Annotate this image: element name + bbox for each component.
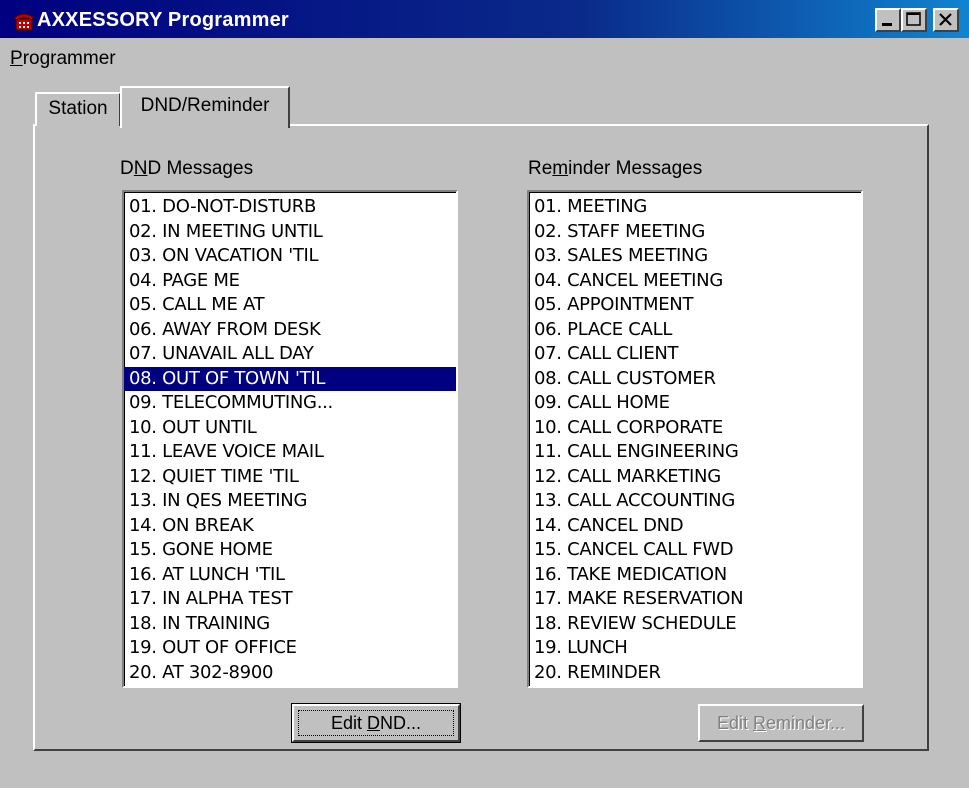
reminder-list-item[interactable]: 17. MAKE RESERVATION [529, 587, 861, 612]
dnd-list-item[interactable]: 01. DO-NOT-DISTURB [124, 195, 456, 220]
dnd-list-item[interactable]: 05. CALL ME AT [124, 293, 456, 318]
edit-reminder-button[interactable]: Edit Reminder... [698, 704, 864, 742]
dnd-list-item[interactable]: 06. AWAY FROM DESK [124, 318, 456, 343]
reminder-messages-label: Reminder Messages [528, 158, 703, 179]
dnd-list-item[interactable]: 08. OUT OF TOWN 'TIL [124, 366, 456, 391]
maximize-icon [906, 12, 921, 26]
reminder-list-item[interactable]: 20. REMINDER [529, 661, 861, 686]
dnd-list-item[interactable]: 09. TELECOMMUTING... [124, 391, 456, 416]
dnd-list-item[interactable]: 18. IN TRAINING [124, 612, 456, 637]
dnd-list-item[interactable]: 07. UNAVAIL ALL DAY [124, 342, 456, 367]
dnd-list-item[interactable]: 14. ON BREAK [124, 514, 456, 539]
window-title: AXXESSORY Programmer [37, 9, 289, 31]
dnd-list-item[interactable]: 17. IN ALPHA TEST [124, 587, 456, 612]
close-icon [939, 13, 952, 26]
dnd-list-item[interactable]: 11. LEAVE VOICE MAIL [124, 440, 456, 465]
dnd-list-item[interactable]: 15. GONE HOME [124, 538, 456, 563]
reminder-list-item[interactable]: 02. STAFF MEETING [529, 220, 861, 245]
dnd-messages-list[interactable]: 01. DO-NOT-DISTURB 02. IN MEETING UNTIL 03… [122, 190, 458, 688]
reminder-list-item[interactable]: 01. MEETING [529, 195, 861, 220]
minimize-button[interactable] [875, 8, 901, 32]
reminder-list-item[interactable]: 19. LUNCH [529, 636, 861, 661]
dnd-list-item[interactable]: 03. ON VACATION 'TIL [124, 244, 456, 269]
reminder-list-item[interactable]: 08. CALL CUSTOMER [529, 367, 861, 392]
title-bar[interactable]: AXXESSORY Programmer [0, 0, 969, 38]
app-window: AXXESSORY Programmer Programmer Station … [0, 0, 969, 788]
telephone-icon [13, 13, 35, 31]
reminder-list-item[interactable]: 14. CANCEL DND [529, 514, 861, 539]
mnemonic-char: R [752, 713, 766, 733]
reminder-list-item[interactable]: 11. CALL ENGINEERING [529, 440, 861, 465]
tab-station-label: Station [48, 98, 108, 119]
menu-programmer-mnemonic: P [10, 48, 23, 69]
dnd-list-item[interactable]: 10. OUT UNTIL [124, 416, 456, 441]
close-button[interactable] [933, 8, 959, 32]
tab-station[interactable]: Station [35, 92, 121, 126]
dnd-list-item[interactable]: 02. IN MEETING UNTIL [124, 220, 456, 245]
reminder-list-item[interactable]: 05. APPOINTMENT [529, 293, 861, 318]
reminder-list-item[interactable]: 18. REVIEW SCHEDULE [529, 612, 861, 637]
dnd-messages-label: DND Messages [120, 158, 254, 179]
minimize-icon [882, 23, 892, 26]
reminder-list-item[interactable]: 04. CANCEL MEETING [529, 269, 861, 294]
menu-programmer-rest: rogrammer [22, 48, 116, 69]
menu-programmer[interactable]: Programmer [10, 48, 116, 70]
dnd-list-item[interactable]: 12. QUIET TIME 'TIL [124, 465, 456, 490]
tab-dnd-reminder-label: DND/Reminder [140, 95, 270, 116]
edit-reminder-button-label: Edit Reminder... [716, 713, 846, 733]
reminder-list-item[interactable]: 09. CALL HOME [529, 391, 861, 416]
dnd-list-item[interactable]: 04. PAGE ME [124, 269, 456, 294]
focus-rect [298, 710, 454, 736]
reminder-list-item[interactable]: 07. CALL CLIENT [529, 342, 861, 367]
tab-dnd-reminder[interactable]: DND/Reminder [120, 86, 290, 128]
reminder-list-item[interactable]: 13. CALL ACCOUNTING [529, 489, 861, 514]
reminder-list-item[interactable]: 06. PLACE CALL [529, 318, 861, 343]
dnd-list-item[interactable]: 16. AT LUNCH 'TIL [124, 563, 456, 588]
dnd-list-item[interactable]: 13. IN QES MEETING [124, 489, 456, 514]
reminder-list-item[interactable]: 16. TAKE MEDICATION [529, 563, 861, 588]
reminder-list-item[interactable]: 10. CALL CORPORATE [529, 416, 861, 441]
reminder-list-item[interactable]: 15. CANCEL CALL FWD [529, 538, 861, 563]
edit-dnd-button[interactable]: Edit DND... [291, 703, 461, 743]
mnemonic-char: m [552, 158, 569, 179]
reminder-messages-list[interactable]: 01. MEETING 02. STAFF MEETING 03. SALES ME… [527, 190, 863, 688]
dnd-list-item[interactable]: 19. OUT OF OFFICE [124, 636, 456, 661]
maximize-button[interactable] [901, 8, 927, 32]
menu-bar: Programmer [0, 44, 969, 74]
dnd-list-item[interactable]: 20. AT 302-8900 [124, 661, 456, 686]
mnemonic-char: N [133, 158, 148, 179]
reminder-list-item[interactable]: 12. CALL MARKETING [529, 465, 861, 490]
reminder-list-item[interactable]: 03. SALES MEETING [529, 244, 861, 269]
